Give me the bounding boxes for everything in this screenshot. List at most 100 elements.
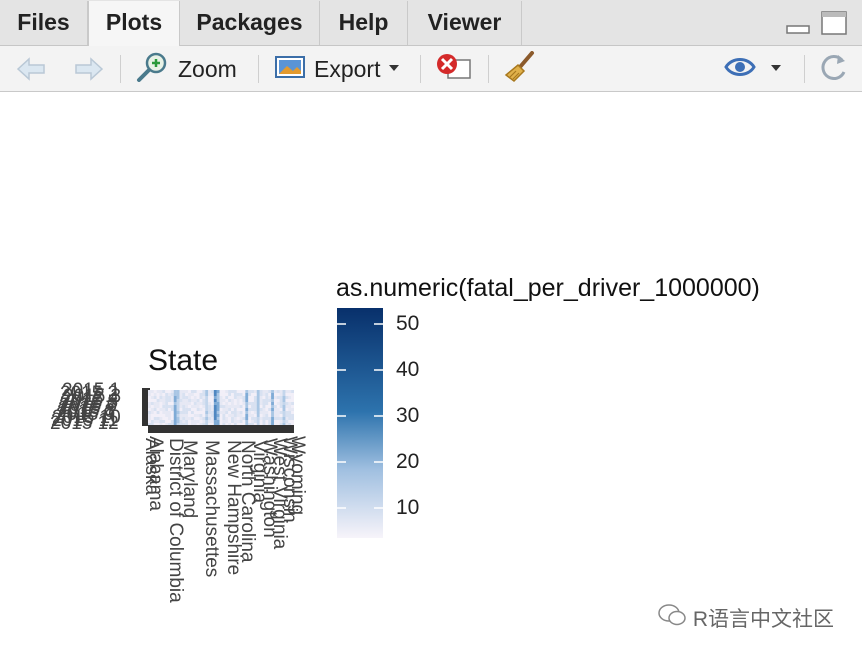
refresh-button[interactable] xyxy=(818,46,850,92)
heatmap-tile xyxy=(168,390,172,394)
heatmap-tile xyxy=(256,417,260,421)
heatmap-tile xyxy=(190,396,194,400)
heatmap-tile xyxy=(236,390,240,394)
heatmap-tile xyxy=(190,405,194,409)
heatmap-tile xyxy=(231,411,235,415)
heatmap-tile xyxy=(225,420,229,424)
heatmap-tile xyxy=(176,417,180,421)
heatmap-tile xyxy=(265,408,269,412)
tab-files[interactable]: Files xyxy=(0,1,88,45)
heatmap-tile xyxy=(190,408,194,412)
tab-help[interactable]: Help xyxy=(320,1,408,45)
heatmap-tile xyxy=(165,405,169,409)
export-button[interactable]: Export xyxy=(274,46,400,92)
heatmap-tile xyxy=(196,414,200,418)
heatmap-tile xyxy=(239,390,243,394)
heatmap-tile xyxy=(245,405,249,409)
heatmap-tile xyxy=(182,405,186,409)
zoom-button[interactable]: Zoom xyxy=(136,46,237,92)
heatmap-tile xyxy=(179,408,183,412)
heatmap-tile xyxy=(216,399,220,403)
heatmap-tile xyxy=(239,414,243,418)
heatmap-tile xyxy=(165,417,169,421)
maximize-pane-icon[interactable] xyxy=(820,10,848,36)
tab-plots[interactable]: Plots xyxy=(88,1,180,47)
heatmap-tile xyxy=(259,405,263,409)
heatmap-tile xyxy=(219,411,223,415)
heatmap-tile xyxy=(282,399,286,403)
heatmap-tile xyxy=(148,402,152,406)
heatmap-tile xyxy=(150,414,154,418)
publish-button[interactable] xyxy=(722,46,782,92)
heatmap-tile xyxy=(156,393,160,397)
heatmap-tile xyxy=(176,396,180,400)
heatmap-tile xyxy=(156,399,160,403)
heatmap-tile xyxy=(225,399,229,403)
heatmap-tile xyxy=(153,405,157,409)
heatmap-tile xyxy=(222,396,226,400)
heatmap-tile xyxy=(148,411,152,415)
heatmap-tile xyxy=(202,414,206,418)
heatmap-tile xyxy=(188,417,192,421)
heatmap-tile xyxy=(213,408,217,412)
heatmap-tile xyxy=(162,408,166,412)
heatmap-tile xyxy=(265,417,269,421)
heatmap-tile xyxy=(199,420,203,424)
heatmap-tile xyxy=(153,396,157,400)
heatmap-tile xyxy=(268,411,272,415)
heatmap-tile xyxy=(248,399,252,403)
heatmap-tile xyxy=(276,408,280,412)
minimize-pane-icon[interactable] xyxy=(784,10,812,36)
heatmap-tile xyxy=(219,390,223,394)
heatmap-tile xyxy=(188,393,192,397)
heatmap-tiles xyxy=(148,390,294,427)
heatmap-tile xyxy=(205,390,209,394)
heatmap-tile xyxy=(276,402,280,406)
heatmap-tile xyxy=(268,399,272,403)
heatmap-tile xyxy=(236,402,240,406)
forward-arrow-icon[interactable] xyxy=(72,46,106,92)
heatmap-tile xyxy=(205,414,209,418)
heatmap-tile xyxy=(148,399,152,403)
heatmap-tile xyxy=(279,414,283,418)
heatmap-tile xyxy=(179,411,183,415)
heatmap-tile xyxy=(202,420,206,424)
tab-packages[interactable]: Packages xyxy=(180,1,320,45)
heatmap-tile xyxy=(228,393,232,397)
heatmap-tile xyxy=(193,414,197,418)
heatmap-tile xyxy=(173,420,177,424)
heatmap-tile xyxy=(276,393,280,397)
heatmap-tile xyxy=(173,414,177,418)
heatmap-tile xyxy=(228,396,232,400)
heatmap-tile xyxy=(288,414,292,418)
heatmap-tile xyxy=(153,399,157,403)
heatmap-tile xyxy=(282,408,286,412)
clear-all-plots-button[interactable] xyxy=(504,46,540,92)
heatmap-tile xyxy=(259,402,263,406)
heatmap-tile xyxy=(276,396,280,400)
heatmap-tile xyxy=(216,393,220,397)
heatmap-tile xyxy=(253,393,257,397)
heatmap-tile xyxy=(153,390,157,394)
heatmap-tile xyxy=(256,408,260,412)
tab-viewer[interactable]: Viewer xyxy=(408,1,522,45)
toolbar-divider xyxy=(258,55,259,83)
remove-plot-button[interactable] xyxy=(434,46,474,92)
heatmap-tile xyxy=(276,420,280,424)
heatmap-tile xyxy=(216,405,220,409)
heatmap-tile xyxy=(259,414,263,418)
heatmap-tile xyxy=(159,420,163,424)
heatmap-tile xyxy=(156,396,160,400)
heatmap-tile xyxy=(208,417,212,421)
heatmap-tile xyxy=(273,408,278,412)
heatmap-tile xyxy=(153,417,157,421)
heatmap-tile xyxy=(185,399,189,403)
heatmap-tile xyxy=(150,399,154,403)
heatmap-tile xyxy=(259,399,263,403)
heatmap-tile xyxy=(165,390,169,394)
heatmap-tile xyxy=(251,390,255,394)
back-arrow-icon[interactable] xyxy=(14,46,48,92)
heatmap-tile xyxy=(170,411,174,415)
heatmap-tile xyxy=(288,405,292,409)
heatmap-tile xyxy=(262,420,266,424)
